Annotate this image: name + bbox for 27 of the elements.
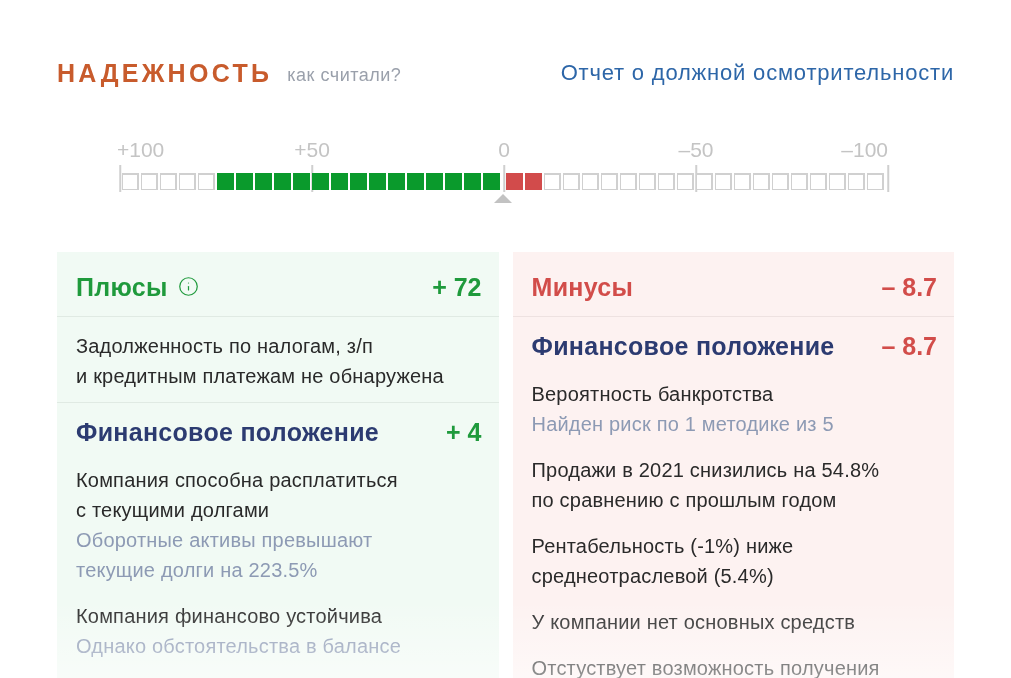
scale-label: +100 bbox=[117, 138, 165, 162]
finding-note: Найден риск по 1 методике из 5 bbox=[531, 412, 835, 437]
finding-note: Оборотные активы превышают текущие долги на 223.5% bbox=[76, 528, 374, 583]
finding-note: Однако обстоятельства в балансе bbox=[76, 634, 403, 659]
section-heading: НАДЕЖНОСТЬ bbox=[57, 58, 273, 88]
report-link[interactable]: Отчет о должной осмотрительности bbox=[560, 59, 954, 87]
scale-label: –50 bbox=[678, 138, 714, 162]
info-icon[interactable] bbox=[177, 276, 199, 297]
scale-label: +50 bbox=[294, 138, 330, 162]
section-score: + 4 bbox=[446, 417, 482, 447]
section-title: Финансовое положение bbox=[531, 331, 835, 361]
finding-text: Компания способна расплатиться с текущими долгами bbox=[76, 468, 399, 523]
finding-text: Продажи в 2021 снизились на 54.8% по сравнению с прошлым годом bbox=[531, 458, 881, 513]
panel-title: Минусы bbox=[531, 271, 634, 302]
triangle-pointer-icon bbox=[494, 194, 512, 203]
finding-text: Вероятность банкротства bbox=[531, 382, 775, 407]
finding-text: У компании нет основных средств bbox=[531, 610, 857, 635]
panel-score: – 8.7 bbox=[881, 271, 937, 302]
scale-label: 0 bbox=[498, 138, 510, 162]
scale-label: –100 bbox=[841, 138, 888, 162]
panel-score: + 72 bbox=[432, 271, 482, 302]
section-score: – 8.7 bbox=[881, 331, 937, 361]
finding-text: Компания финансово устойчива bbox=[76, 604, 384, 629]
finding-text: Задолженность по налогам, з/п и кредитным платежам не обнаружена bbox=[76, 334, 445, 389]
panel-title: Плюсы bbox=[76, 271, 168, 302]
section-title: Финансовое положение bbox=[76, 417, 380, 447]
finding-text: Рентабельность (-1%) ниже среднеотраслевой (5.4%) bbox=[531, 534, 795, 589]
